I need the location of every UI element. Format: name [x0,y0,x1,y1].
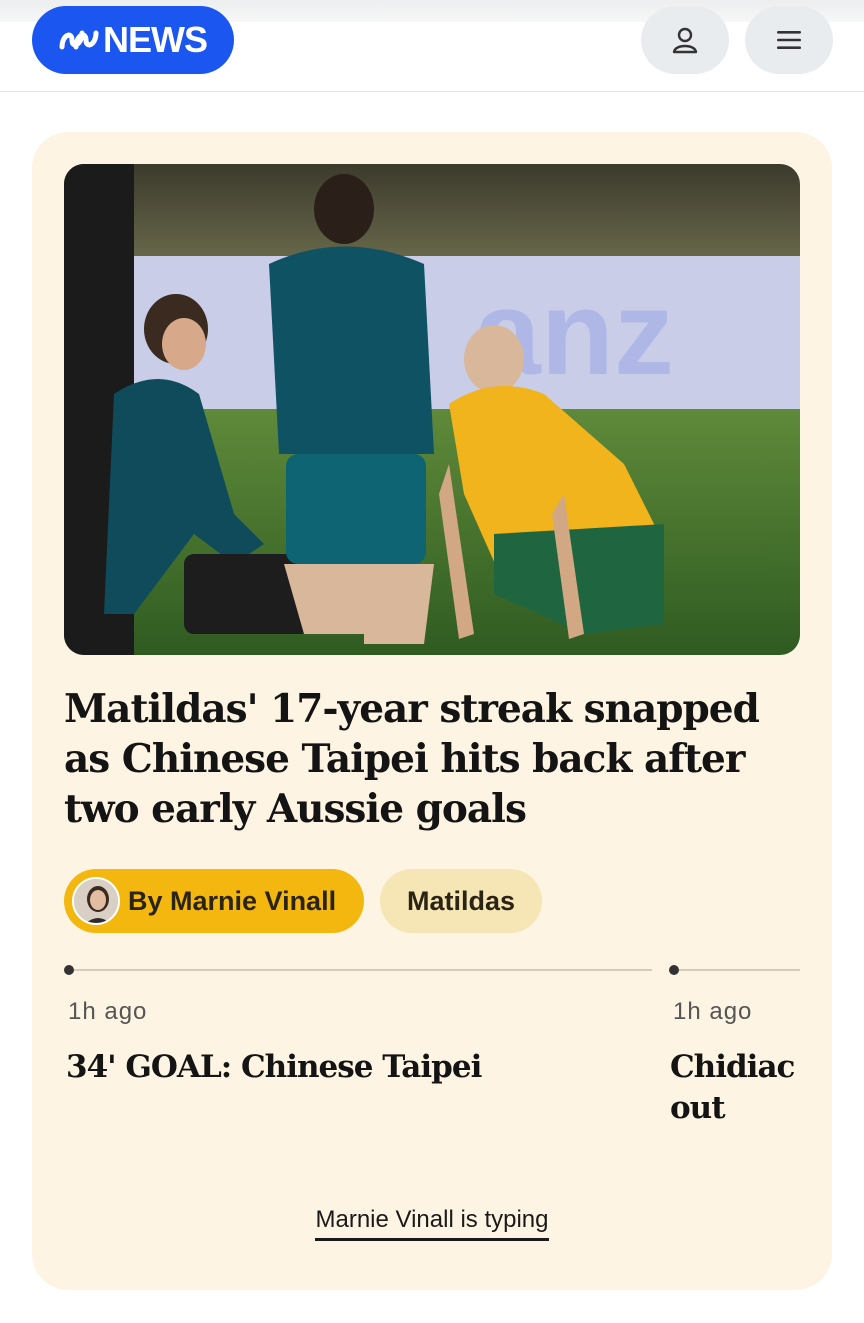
topic-tag-chip[interactable]: Matildas [380,869,542,933]
menu-button[interactable] [745,6,833,74]
hero-image[interactable]: anz [64,164,800,655]
account-button[interactable] [641,6,729,74]
logo-text: NEWS [103,19,208,60]
timeline-dot [669,965,679,975]
live-post-title[interactable]: Chidiac out [670,1047,800,1129]
football-injury-photo: anz [64,164,800,655]
post-timestamp: 1h ago [68,998,148,1025]
abc-news-logo[interactable]: NEWS [32,6,234,74]
abc-logo-icon [59,30,99,50]
author-chip[interactable]: By Marnie Vinall [64,869,364,933]
live-post-title[interactable]: 34' GOAL: Chinese Taipei [66,1047,626,1088]
article-headline[interactable]: Matildas' 17-year streak snapped as Chin… [64,684,804,834]
site-header: NEWS [0,0,864,92]
timeline-dot [64,965,74,975]
live-blog-card[interactable]: anz Matildas' 17-year streak snapped as … [32,132,832,1290]
timeline-line [679,969,800,971]
post-timestamp: 1h ago [673,998,753,1025]
topic-tag-label: Matildas [406,885,516,916]
timeline-line [74,969,652,971]
author-name: By Marnie Vinall [128,885,337,916]
author-avatar [72,877,120,925]
typing-indicator[interactable]: Marnie Vinall is typing [32,1206,832,1241]
hamburger-menu-icon [777,31,801,49]
typing-indicator-label: Marnie Vinall is typing [315,1206,549,1241]
user-icon [672,27,698,54]
